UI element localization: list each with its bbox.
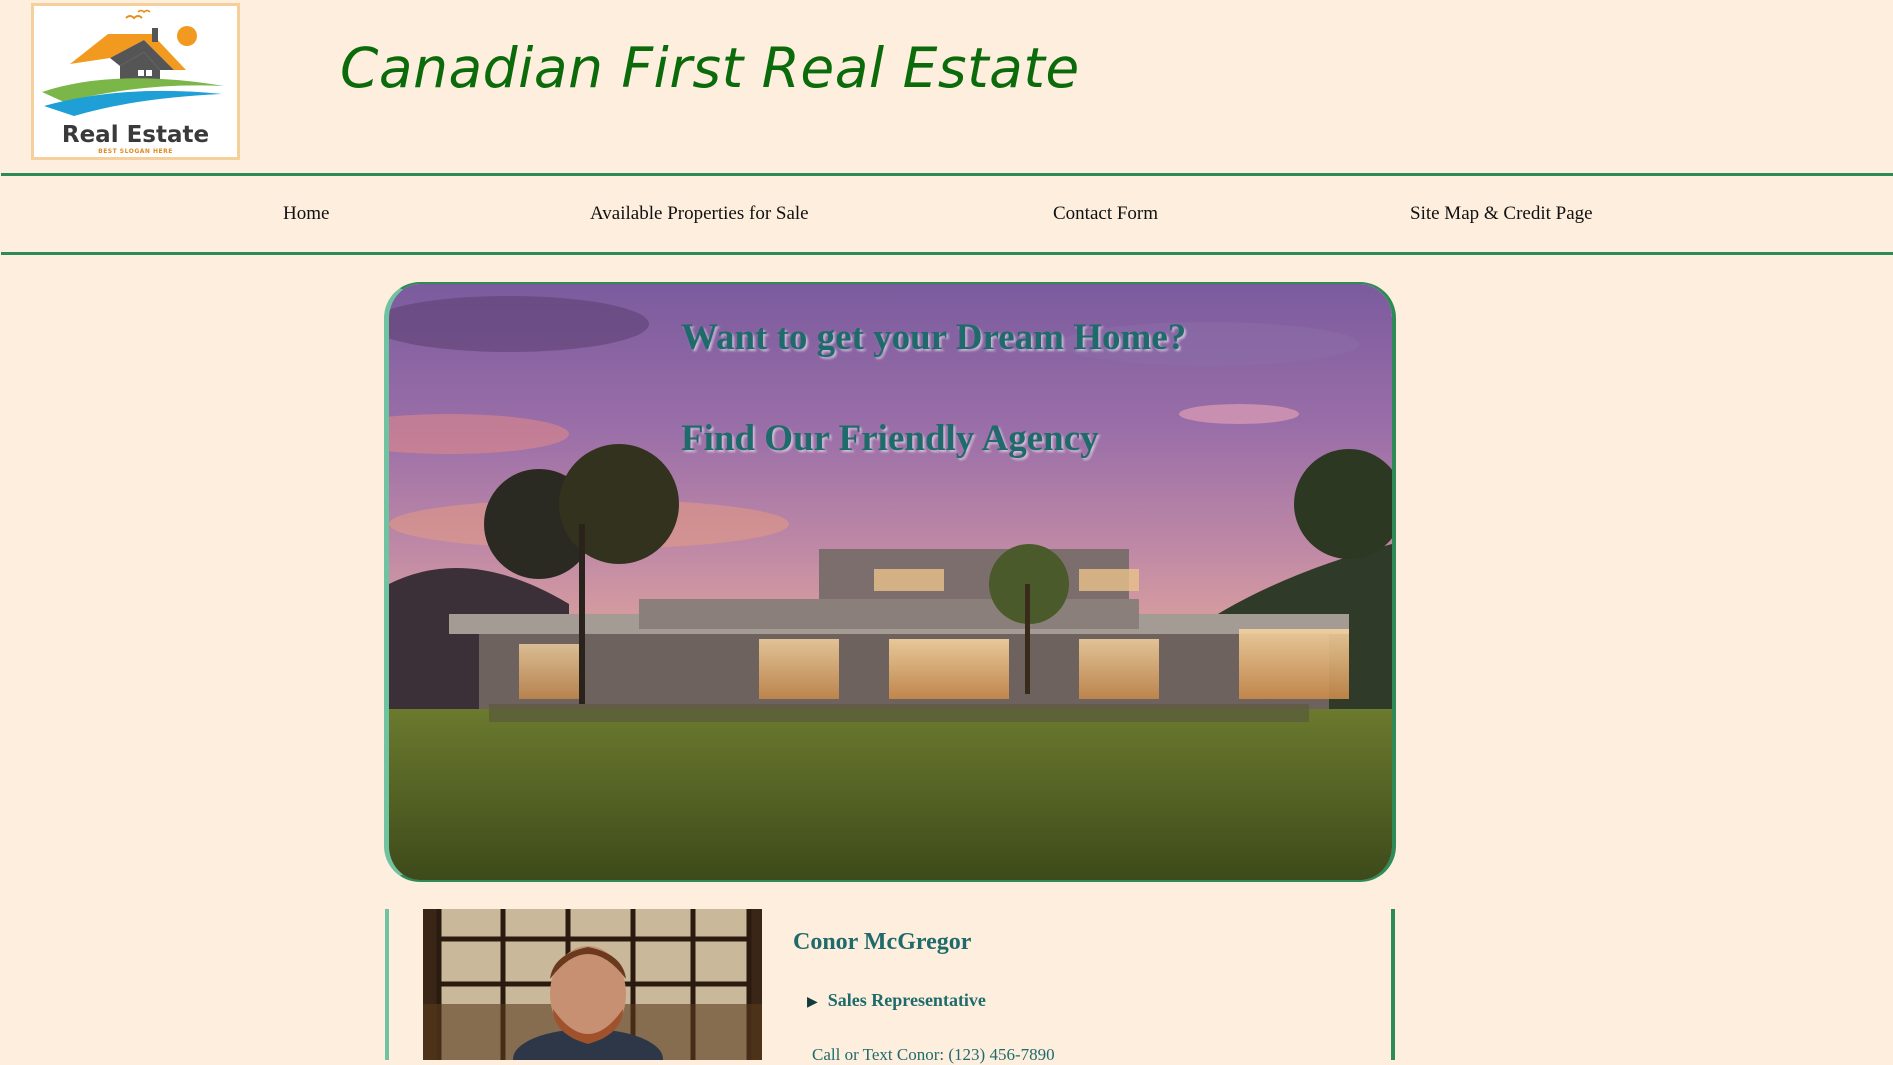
agent-card: Conor McGregor ▶ Sales Representative Cal… xyxy=(385,909,1395,1064)
nav-home-link[interactable]: Home xyxy=(283,203,329,225)
agent-contact: Call or Text Conor: (123) 456-7890 xyxy=(812,1045,1055,1065)
agent-photo xyxy=(423,909,762,1060)
agent-name: Conor McGregor xyxy=(793,929,972,955)
nav-contact-link[interactable]: Contact Form xyxy=(1053,203,1158,225)
nav-sitemap-link[interactable]: Site Map & Credit Page xyxy=(1410,203,1593,225)
agent-title: Sales Representative xyxy=(827,990,986,1010)
logo-slogan: BEST SLOGAN HERE xyxy=(98,148,173,155)
hero-headline: Want to get your Dream Home? xyxy=(681,317,1187,358)
contact-prefix: Call or Text Conor: xyxy=(812,1045,945,1064)
nav-properties-link[interactable]: Available Properties for Sale xyxy=(590,203,809,225)
agent-portrait-image xyxy=(423,909,762,1060)
site-header: Real Estate BEST SLOGAN HERE Canadian Fi… xyxy=(0,0,1893,174)
hero-banner: Want to get your Dream Home? Find Our Fr… xyxy=(384,282,1396,882)
logo-text: Real Estate xyxy=(61,122,210,148)
agent-phone[interactable]: (123) 456-7890 xyxy=(948,1045,1054,1064)
disclosure-triangle-icon: ▶ xyxy=(807,995,818,1010)
dream-home-photo xyxy=(389,284,1392,880)
site-logo[interactable]: Real Estate BEST SLOGAN HERE xyxy=(31,3,240,160)
agent-title-toggle[interactable]: ▶ Sales Representative xyxy=(807,990,986,1011)
main-navigation: Home Available Properties for Sale Conta… xyxy=(1,173,1893,255)
hero-subheadline: Find Our Friendly Agency xyxy=(681,418,1099,459)
site-title: Canadian First Real Estate xyxy=(340,36,1080,100)
